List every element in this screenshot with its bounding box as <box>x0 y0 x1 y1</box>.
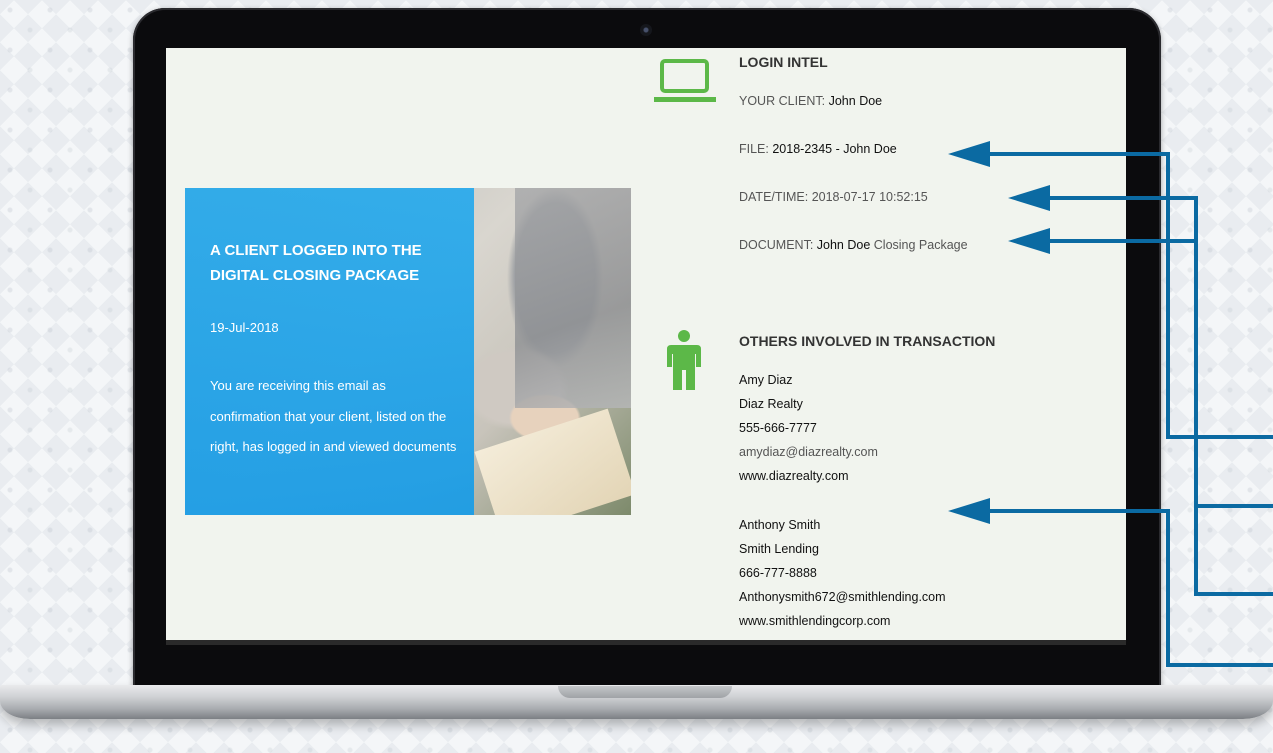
document-value: John Doe <box>816 238 871 252</box>
screen-bottom-bezel <box>166 640 1126 645</box>
card-photo-shirt <box>515 188 631 408</box>
client-line: YOUR CLIENT: John Doe <box>739 94 882 108</box>
client-value: John Doe <box>828 94 883 108</box>
laptop-base-notch <box>558 686 732 698</box>
card-body: You are receiving this email as confirma… <box>210 378 457 454</box>
contact-email[interactable]: amydiaz@diazrealty.com <box>739 440 878 464</box>
file-label: FILE: <box>739 142 773 156</box>
card-blue-overlay: A CLIENT LOGGED INTO THE DIGITAL CLOSING… <box>185 188 474 515</box>
contact-company: Diaz Realty <box>739 397 803 411</box>
document-line: DOCUMENT: John Doe Closing Package <box>739 238 968 252</box>
contact-website[interactable]: www.smithlendingcorp.com <box>739 609 946 633</box>
file-value: 2018-2345 - John Doe <box>772 142 897 156</box>
contact-phone: 666-777-8888 <box>739 566 817 580</box>
document-suffix: Closing Package <box>870 238 968 252</box>
contact-company: Smith Lending <box>739 542 819 556</box>
card-date: 19-Jul-2018 <box>210 320 279 335</box>
datetime-value: 2018-07-17 10:52:15 <box>811 190 928 204</box>
email-screen: A CLIENT LOGGED INTO THE DIGITAL CLOSING… <box>166 48 1126 640</box>
datetime-label: DATE/TIME: <box>739 190 812 204</box>
document-label: DOCUMENT: <box>739 238 817 252</box>
laptop-icon <box>654 59 716 102</box>
contact-card: Amy Diaz Diaz Realty 555-666-7777 amydia… <box>739 368 878 488</box>
person-icon <box>667 330 701 390</box>
datetime-line: DATE/TIME: 2018-07-17 10:52:15 <box>739 190 928 204</box>
card-title: A CLIENT LOGGED INTO THE DIGITAL CLOSING… <box>210 242 422 284</box>
contact-name: Amy Diaz <box>739 373 793 387</box>
webcam <box>640 24 652 36</box>
contact-name: Anthony Smith <box>739 518 821 532</box>
contact-website[interactable]: www.diazrealty.com <box>739 464 878 488</box>
others-heading: OTHERS INVOLVED IN TRANSACTION <box>739 333 996 349</box>
notification-card: A CLIENT LOGGED INTO THE DIGITAL CLOSING… <box>185 188 631 515</box>
file-line: FILE: 2018-2345 - John Doe <box>739 142 897 156</box>
contact-phone: 555-666-7777 <box>739 421 817 435</box>
login-intel-heading: LOGIN INTEL <box>739 54 828 70</box>
contact-email[interactable]: Anthonysmith672@smithlending.com <box>739 585 946 609</box>
client-label: YOUR CLIENT: <box>739 94 829 108</box>
contact-card: Anthony Smith Smith Lending 666-777-8888… <box>739 513 946 633</box>
